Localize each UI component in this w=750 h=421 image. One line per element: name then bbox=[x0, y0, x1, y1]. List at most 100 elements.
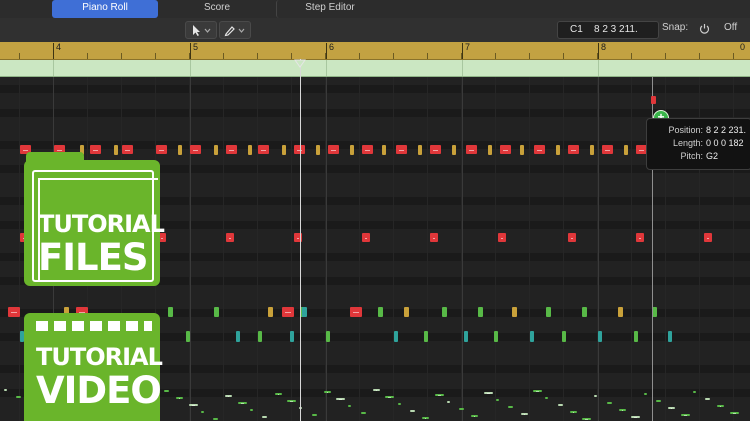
midi-note[interactable] bbox=[494, 331, 498, 342]
midi-note[interactable] bbox=[562, 331, 566, 342]
midi-note[interactable] bbox=[226, 233, 234, 242]
midi-note[interactable] bbox=[668, 331, 672, 342]
pointer-tool-menu[interactable] bbox=[185, 21, 217, 39]
note-being-added[interactable] bbox=[651, 96, 656, 104]
midi-note-small[interactable] bbox=[16, 396, 22, 398]
midi-note[interactable] bbox=[302, 307, 307, 317]
midi-note-small[interactable] bbox=[471, 415, 479, 417]
midi-note[interactable] bbox=[500, 145, 511, 154]
midi-note[interactable] bbox=[636, 233, 644, 242]
midi-note-small[interactable] bbox=[250, 409, 253, 411]
playhead-handle-icon[interactable] bbox=[294, 59, 306, 68]
midi-note-small[interactable] bbox=[200, 411, 204, 413]
midi-note[interactable] bbox=[512, 307, 517, 317]
midi-note[interactable] bbox=[168, 307, 173, 317]
midi-note[interactable] bbox=[258, 331, 262, 342]
midi-note[interactable] bbox=[430, 233, 438, 242]
midi-note-small[interactable] bbox=[237, 402, 247, 404]
midi-note[interactable] bbox=[520, 145, 524, 155]
midi-note-small[interactable] bbox=[483, 392, 493, 394]
midi-note-small[interactable] bbox=[729, 412, 739, 414]
midi-note-small[interactable] bbox=[336, 398, 346, 400]
midi-note-small[interactable] bbox=[262, 416, 268, 418]
midi-note-small[interactable] bbox=[311, 414, 317, 416]
midi-note-small[interactable] bbox=[163, 390, 169, 392]
midi-note-small[interactable] bbox=[188, 404, 198, 406]
midi-note-small[interactable] bbox=[520, 413, 528, 415]
midi-note-small[interactable] bbox=[274, 393, 282, 395]
midi-note[interactable] bbox=[430, 145, 441, 154]
midi-note[interactable] bbox=[350, 145, 354, 155]
midi-note-small[interactable] bbox=[409, 410, 415, 412]
midi-note[interactable] bbox=[362, 145, 373, 154]
midi-note[interactable] bbox=[624, 145, 628, 155]
midi-note[interactable] bbox=[248, 145, 252, 155]
midi-note[interactable] bbox=[442, 307, 447, 317]
midi-note[interactable] bbox=[396, 145, 407, 154]
midi-note-small[interactable] bbox=[176, 397, 184, 399]
midi-note[interactable] bbox=[214, 145, 218, 155]
tab-step-editor[interactable]: Step Editor bbox=[276, 0, 383, 18]
midi-note-small[interactable] bbox=[631, 416, 641, 418]
midi-note-small[interactable] bbox=[397, 403, 401, 405]
midi-note[interactable] bbox=[530, 331, 534, 342]
midi-note[interactable] bbox=[424, 331, 428, 342]
midi-note[interactable] bbox=[546, 307, 551, 317]
bar-ruler[interactable]: 4 5 6 7 8 0 bbox=[0, 42, 750, 60]
midi-note[interactable] bbox=[236, 331, 240, 342]
tab-score[interactable]: Score bbox=[164, 0, 270, 18]
midi-note[interactable] bbox=[350, 307, 362, 317]
midi-note[interactable] bbox=[418, 145, 422, 155]
midi-note[interactable] bbox=[452, 145, 456, 155]
midi-note-small[interactable] bbox=[385, 396, 395, 398]
midi-note-small[interactable] bbox=[668, 407, 676, 409]
midi-note[interactable] bbox=[556, 145, 560, 155]
midi-note[interactable] bbox=[568, 145, 579, 154]
midi-note[interactable] bbox=[328, 145, 339, 154]
midi-note-small[interactable] bbox=[643, 393, 647, 395]
midi-note[interactable] bbox=[534, 145, 545, 154]
midi-note-small[interactable] bbox=[532, 390, 542, 392]
pencil-tool-menu[interactable] bbox=[219, 21, 251, 39]
midi-note-small[interactable] bbox=[496, 399, 499, 401]
midi-note-small[interactable] bbox=[655, 400, 661, 402]
midi-note[interactable] bbox=[326, 331, 330, 342]
midi-note[interactable] bbox=[214, 307, 219, 317]
midi-note[interactable] bbox=[394, 331, 398, 342]
midi-note[interactable] bbox=[186, 331, 190, 342]
midi-note-small[interactable] bbox=[692, 391, 696, 393]
midi-note[interactable] bbox=[178, 145, 182, 155]
midi-note-small[interactable] bbox=[582, 418, 592, 420]
midi-note[interactable] bbox=[316, 145, 320, 155]
midi-note[interactable] bbox=[464, 331, 468, 342]
midi-note-small[interactable] bbox=[459, 408, 465, 410]
midi-note[interactable] bbox=[282, 145, 286, 155]
midi-note[interactable] bbox=[226, 145, 237, 154]
midi-region-strip[interactable] bbox=[0, 60, 750, 77]
midi-note-small[interactable] bbox=[422, 417, 430, 419]
power-icon[interactable] bbox=[699, 23, 710, 34]
midi-note[interactable] bbox=[8, 307, 20, 317]
midi-note-small[interactable] bbox=[508, 406, 514, 408]
snap-value[interactable]: Off bbox=[724, 22, 737, 33]
midi-note[interactable] bbox=[568, 233, 576, 242]
midi-note-small[interactable] bbox=[557, 404, 563, 406]
midi-note-small[interactable] bbox=[360, 412, 366, 414]
midi-note[interactable] bbox=[498, 233, 506, 242]
tab-piano-roll[interactable]: Piano Roll bbox=[52, 0, 158, 18]
midi-note-small[interactable] bbox=[213, 418, 219, 420]
midi-note[interactable] bbox=[382, 145, 386, 155]
midi-note-small[interactable] bbox=[717, 405, 725, 407]
midi-note-small[interactable] bbox=[606, 402, 612, 404]
midi-note[interactable] bbox=[488, 145, 492, 155]
midi-note[interactable] bbox=[602, 145, 613, 154]
midi-note-small[interactable] bbox=[225, 395, 233, 397]
midi-note[interactable] bbox=[704, 233, 712, 242]
midi-note-small[interactable] bbox=[434, 394, 444, 396]
playhead[interactable] bbox=[300, 59, 301, 421]
midi-note-small[interactable] bbox=[446, 401, 450, 403]
midi-note[interactable] bbox=[362, 233, 370, 242]
midi-note[interactable] bbox=[478, 307, 483, 317]
midi-note[interactable] bbox=[290, 331, 294, 342]
midi-note[interactable] bbox=[582, 307, 587, 317]
